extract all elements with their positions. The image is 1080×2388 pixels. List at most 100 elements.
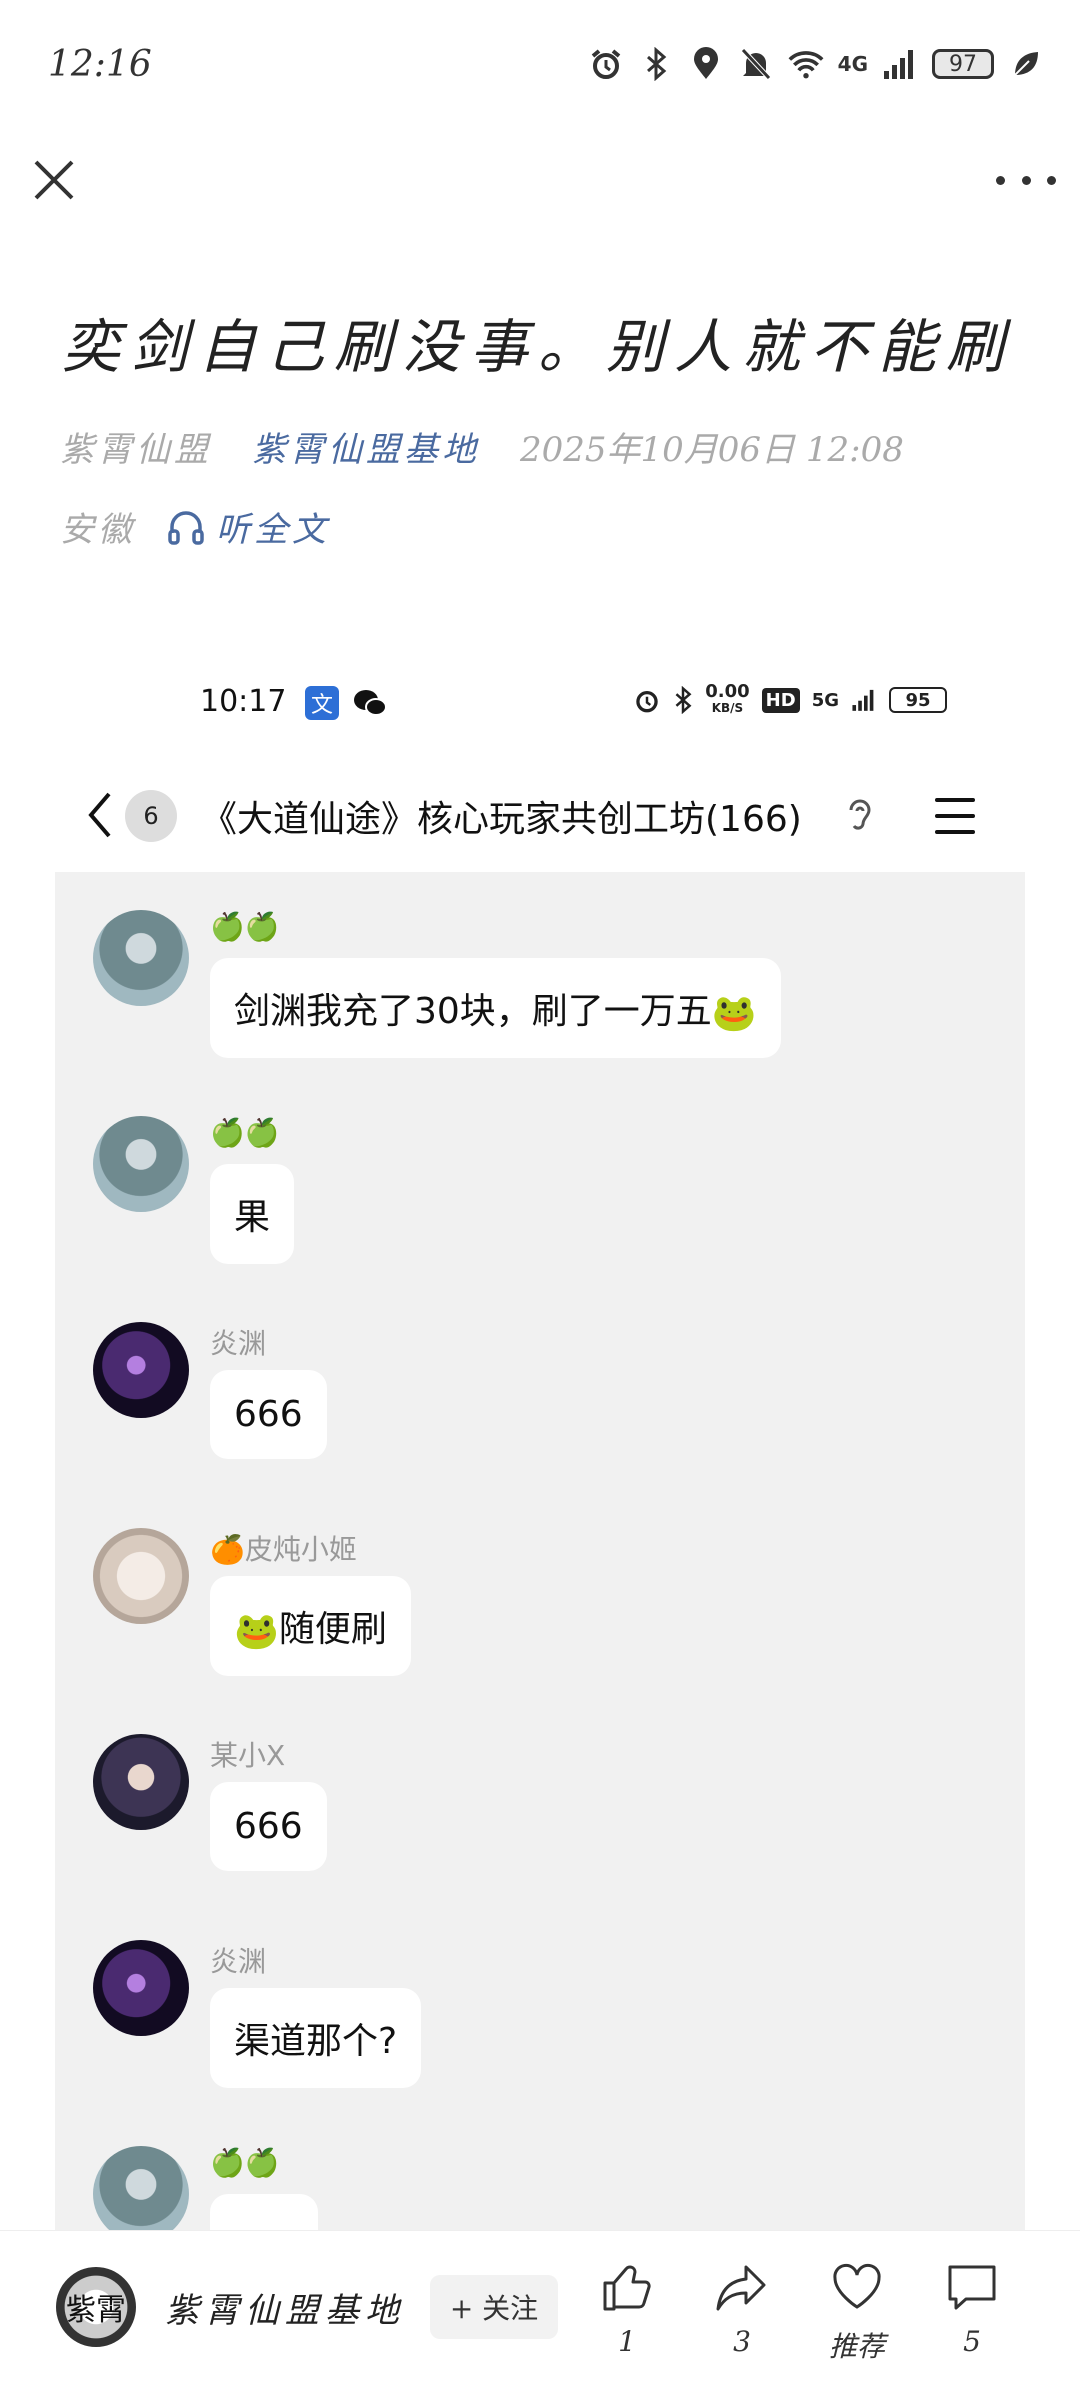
screenshot-status-bar: 10:17 文 0.00 KB/S HD 5G 95 — [55, 660, 1025, 750]
mute-bell-icon — [738, 46, 774, 82]
alarm-icon — [636, 690, 658, 713]
message-text: 666 — [234, 1394, 303, 1435]
message-bubble[interactable] — [210, 2194, 318, 2230]
message-text: 666 — [234, 1806, 303, 1847]
sender-name: 🍏🍏 — [210, 1116, 280, 1149]
message-bubble[interactable]: 果 — [210, 1164, 295, 1264]
location-icon — [688, 46, 724, 82]
article-meta: 紫霄仙盟 紫霄仙盟基地 2025年10月06日 12:08 — [60, 422, 904, 471]
screenshot-status-icons: 0.00 KB/S HD 5G 95 — [633, 681, 947, 716]
sender-name: 🍏🍏 — [210, 2146, 280, 2179]
message-bubble[interactable]: 666 — [210, 1782, 327, 1871]
screenshot-battery: 95 — [889, 687, 947, 713]
channel-link[interactable]: 紫霄仙盟基地 — [252, 422, 480, 471]
more-dot-icon — [1047, 175, 1056, 185]
more-dot-icon — [996, 175, 1005, 185]
screenshot-time: 10:17 — [200, 684, 287, 719]
share-count: 3 — [733, 2325, 751, 2358]
thumbs-up-icon — [603, 2265, 651, 2311]
article-title: 奕剑自己刷没事。别人就不能刷 — [62, 313, 1015, 381]
more-dot-icon — [1021, 175, 1031, 185]
status-icons: 4G 97 — [588, 46, 1044, 82]
hd-badge: HD — [761, 687, 800, 713]
heart-icon — [833, 2263, 881, 2309]
share-arrow-icon — [716, 2265, 766, 2311]
embedded-chat-screenshot: 10:17 文 0.00 KB/S HD 5G 95 6 《大道仙途》核心玩家共… — [55, 660, 1025, 2230]
sender-name: 某小X — [210, 1739, 286, 1772]
follow-button[interactable]: + 关注 — [430, 2275, 558, 2339]
sender-name: 🍊皮炖小姬 — [210, 1533, 357, 1566]
sender-name: 炎渊 — [210, 1327, 267, 1360]
account-avatar[interactable]: 紫霄 — [56, 2267, 136, 2347]
avatar[interactable] — [93, 1528, 189, 1624]
signal-icon — [882, 46, 918, 82]
battery-indicator: 97 — [932, 49, 994, 79]
avatar[interactable] — [93, 1116, 189, 1212]
message-text: 渠道那个? — [234, 2021, 398, 2062]
network-speed-value: 0.00 — [705, 681, 750, 702]
more-options-button[interactable] — [996, 160, 1056, 200]
message-text: 随便刷 — [278, 1609, 387, 1650]
signal-icon — [852, 689, 874, 711]
listen-full-text-button[interactable]: 听全文 — [166, 502, 330, 551]
bluetooth-icon — [638, 46, 674, 82]
comment-button[interactable]: 5 — [932, 2259, 1012, 2379]
message-bubble[interactable]: 渠道那个? — [210, 1988, 422, 2088]
message-bubble[interactable]: 🐸随便刷 — [210, 1576, 411, 1676]
status-time: 12:16 — [48, 44, 152, 85]
article-meta-secondary: 安徽 听全文 — [60, 502, 330, 551]
recommend-button[interactable]: 推荐 — [817, 2259, 897, 2379]
author-name[interactable]: 紫霄仙盟 — [60, 422, 212, 471]
menu-icon[interactable] — [935, 798, 975, 834]
wechat-icon — [353, 688, 387, 718]
ear-icon — [845, 796, 875, 836]
headphones-icon — [168, 510, 204, 545]
sender-name: 炎渊 — [210, 1945, 267, 1978]
location-label: 安徽 — [60, 510, 136, 550]
message-text: 果 — [234, 1197, 271, 1238]
like-count: 1 — [618, 2325, 636, 2358]
menu-line — [935, 814, 975, 818]
alarm-icon — [588, 46, 624, 82]
network-type: 4G — [837, 52, 868, 76]
comment-bubble-icon — [948, 2265, 996, 2310]
close-button[interactable] — [28, 154, 80, 206]
comment-count: 5 — [963, 2325, 981, 2358]
message-bubble[interactable]: 666 — [210, 1370, 327, 1459]
menu-line — [935, 798, 975, 802]
chevron-left-icon — [88, 792, 111, 838]
bluetooth-icon — [675, 686, 692, 714]
like-button[interactable]: 1 — [587, 2259, 667, 2379]
avatar[interactable] — [93, 2146, 189, 2230]
signal-label: 5G — [811, 689, 839, 711]
top-nav — [0, 140, 1080, 230]
unread-count-badge: 6 — [125, 790, 177, 842]
avatar[interactable] — [93, 1940, 189, 2036]
group-title: 《大道仙途》核心玩家共创工坊(166) — [201, 799, 802, 840]
menu-line — [935, 830, 975, 834]
message-text: 剑渊我充了30块，刷了一万五 — [234, 991, 712, 1032]
frog-emoji-icon: 🐸 — [711, 993, 757, 1034]
sender-name: 🍏🍏 — [210, 910, 280, 943]
account-name[interactable]: 紫霄仙盟基地 — [165, 2283, 405, 2332]
avatar[interactable] — [93, 910, 189, 1006]
leaf-icon — [1008, 46, 1044, 82]
chat-header: 6 《大道仙途》核心玩家共创工坊(166) — [55, 760, 1025, 870]
avatar[interactable] — [93, 1734, 189, 1830]
share-button[interactable]: 3 — [702, 2259, 782, 2379]
wifi-icon — [788, 46, 824, 82]
avatar[interactable] — [93, 1322, 189, 1418]
listen-label: 听全文 — [216, 510, 330, 550]
message-bubble[interactable]: 剑渊我充了30块，刷了一万五🐸 — [210, 958, 781, 1058]
close-icon — [34, 160, 74, 200]
frog-emoji-icon: 🐸 — [234, 1611, 279, 1652]
back-button[interactable] — [85, 790, 115, 840]
publish-date: 2025年10月06日 12:08 — [520, 430, 904, 470]
recommend-label: 推荐 — [828, 2330, 885, 2363]
app-badge-icon: 文 — [305, 686, 339, 720]
chat-messages[interactable]: 🍏🍏 剑渊我充了30块，刷了一万五🐸 🍏🍏 果 炎渊 666 🍊皮炖小姬 🐸随便… — [55, 872, 1025, 2230]
bottom-action-bar: 紫霄 紫霄仙盟基地 + 关注 1 3 推荐 5 — [0, 2230, 1080, 2388]
network-speed: 0.00 KB/S — [705, 681, 750, 716]
status-bar: 12:16 4G 97 — [0, 0, 1080, 140]
network-speed-unit: KB/S — [711, 701, 744, 715]
